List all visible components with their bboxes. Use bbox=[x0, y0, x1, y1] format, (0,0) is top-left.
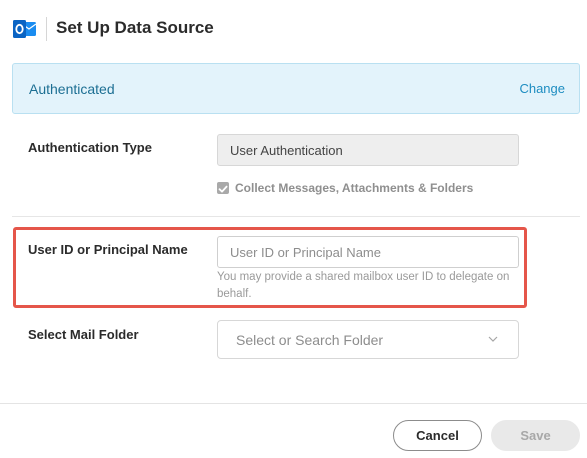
user-id-input[interactable] bbox=[217, 236, 519, 268]
change-auth-link[interactable]: Change bbox=[519, 81, 565, 96]
checkbox-checked-icon[interactable] bbox=[217, 182, 229, 194]
authentication-type-field: User Authentication bbox=[217, 134, 519, 166]
mail-folder-select[interactable]: Select or Search Folder bbox=[217, 320, 519, 359]
save-button[interactable]: Save bbox=[491, 420, 580, 451]
auth-status-text: Authenticated bbox=[29, 81, 115, 97]
authentication-type-value: User Authentication bbox=[230, 143, 343, 158]
outlook-icon bbox=[13, 20, 37, 38]
mail-folder-label: Select Mail Folder bbox=[28, 327, 139, 342]
checkmark-icon bbox=[218, 185, 228, 193]
auth-status-banner: Authenticated Change bbox=[12, 63, 580, 114]
collect-options-label: Collect Messages, Attachments & Folders bbox=[235, 181, 474, 195]
dialog-title: Set Up Data Source bbox=[56, 18, 214, 37]
section-divider bbox=[12, 216, 580, 217]
dialog-header: Set Up Data Source bbox=[0, 0, 587, 58]
mail-folder-placeholder: Select or Search Folder bbox=[236, 332, 384, 348]
user-id-label: User ID or Principal Name bbox=[28, 242, 188, 257]
user-id-helper-text: You may provide a shared mailbox user ID… bbox=[217, 271, 510, 300]
footer-divider bbox=[0, 403, 587, 404]
cancel-button[interactable]: Cancel bbox=[393, 420, 482, 451]
chevron-down-icon bbox=[488, 336, 498, 342]
header-divider bbox=[46, 17, 47, 41]
authentication-type-label: Authentication Type bbox=[28, 140, 152, 155]
